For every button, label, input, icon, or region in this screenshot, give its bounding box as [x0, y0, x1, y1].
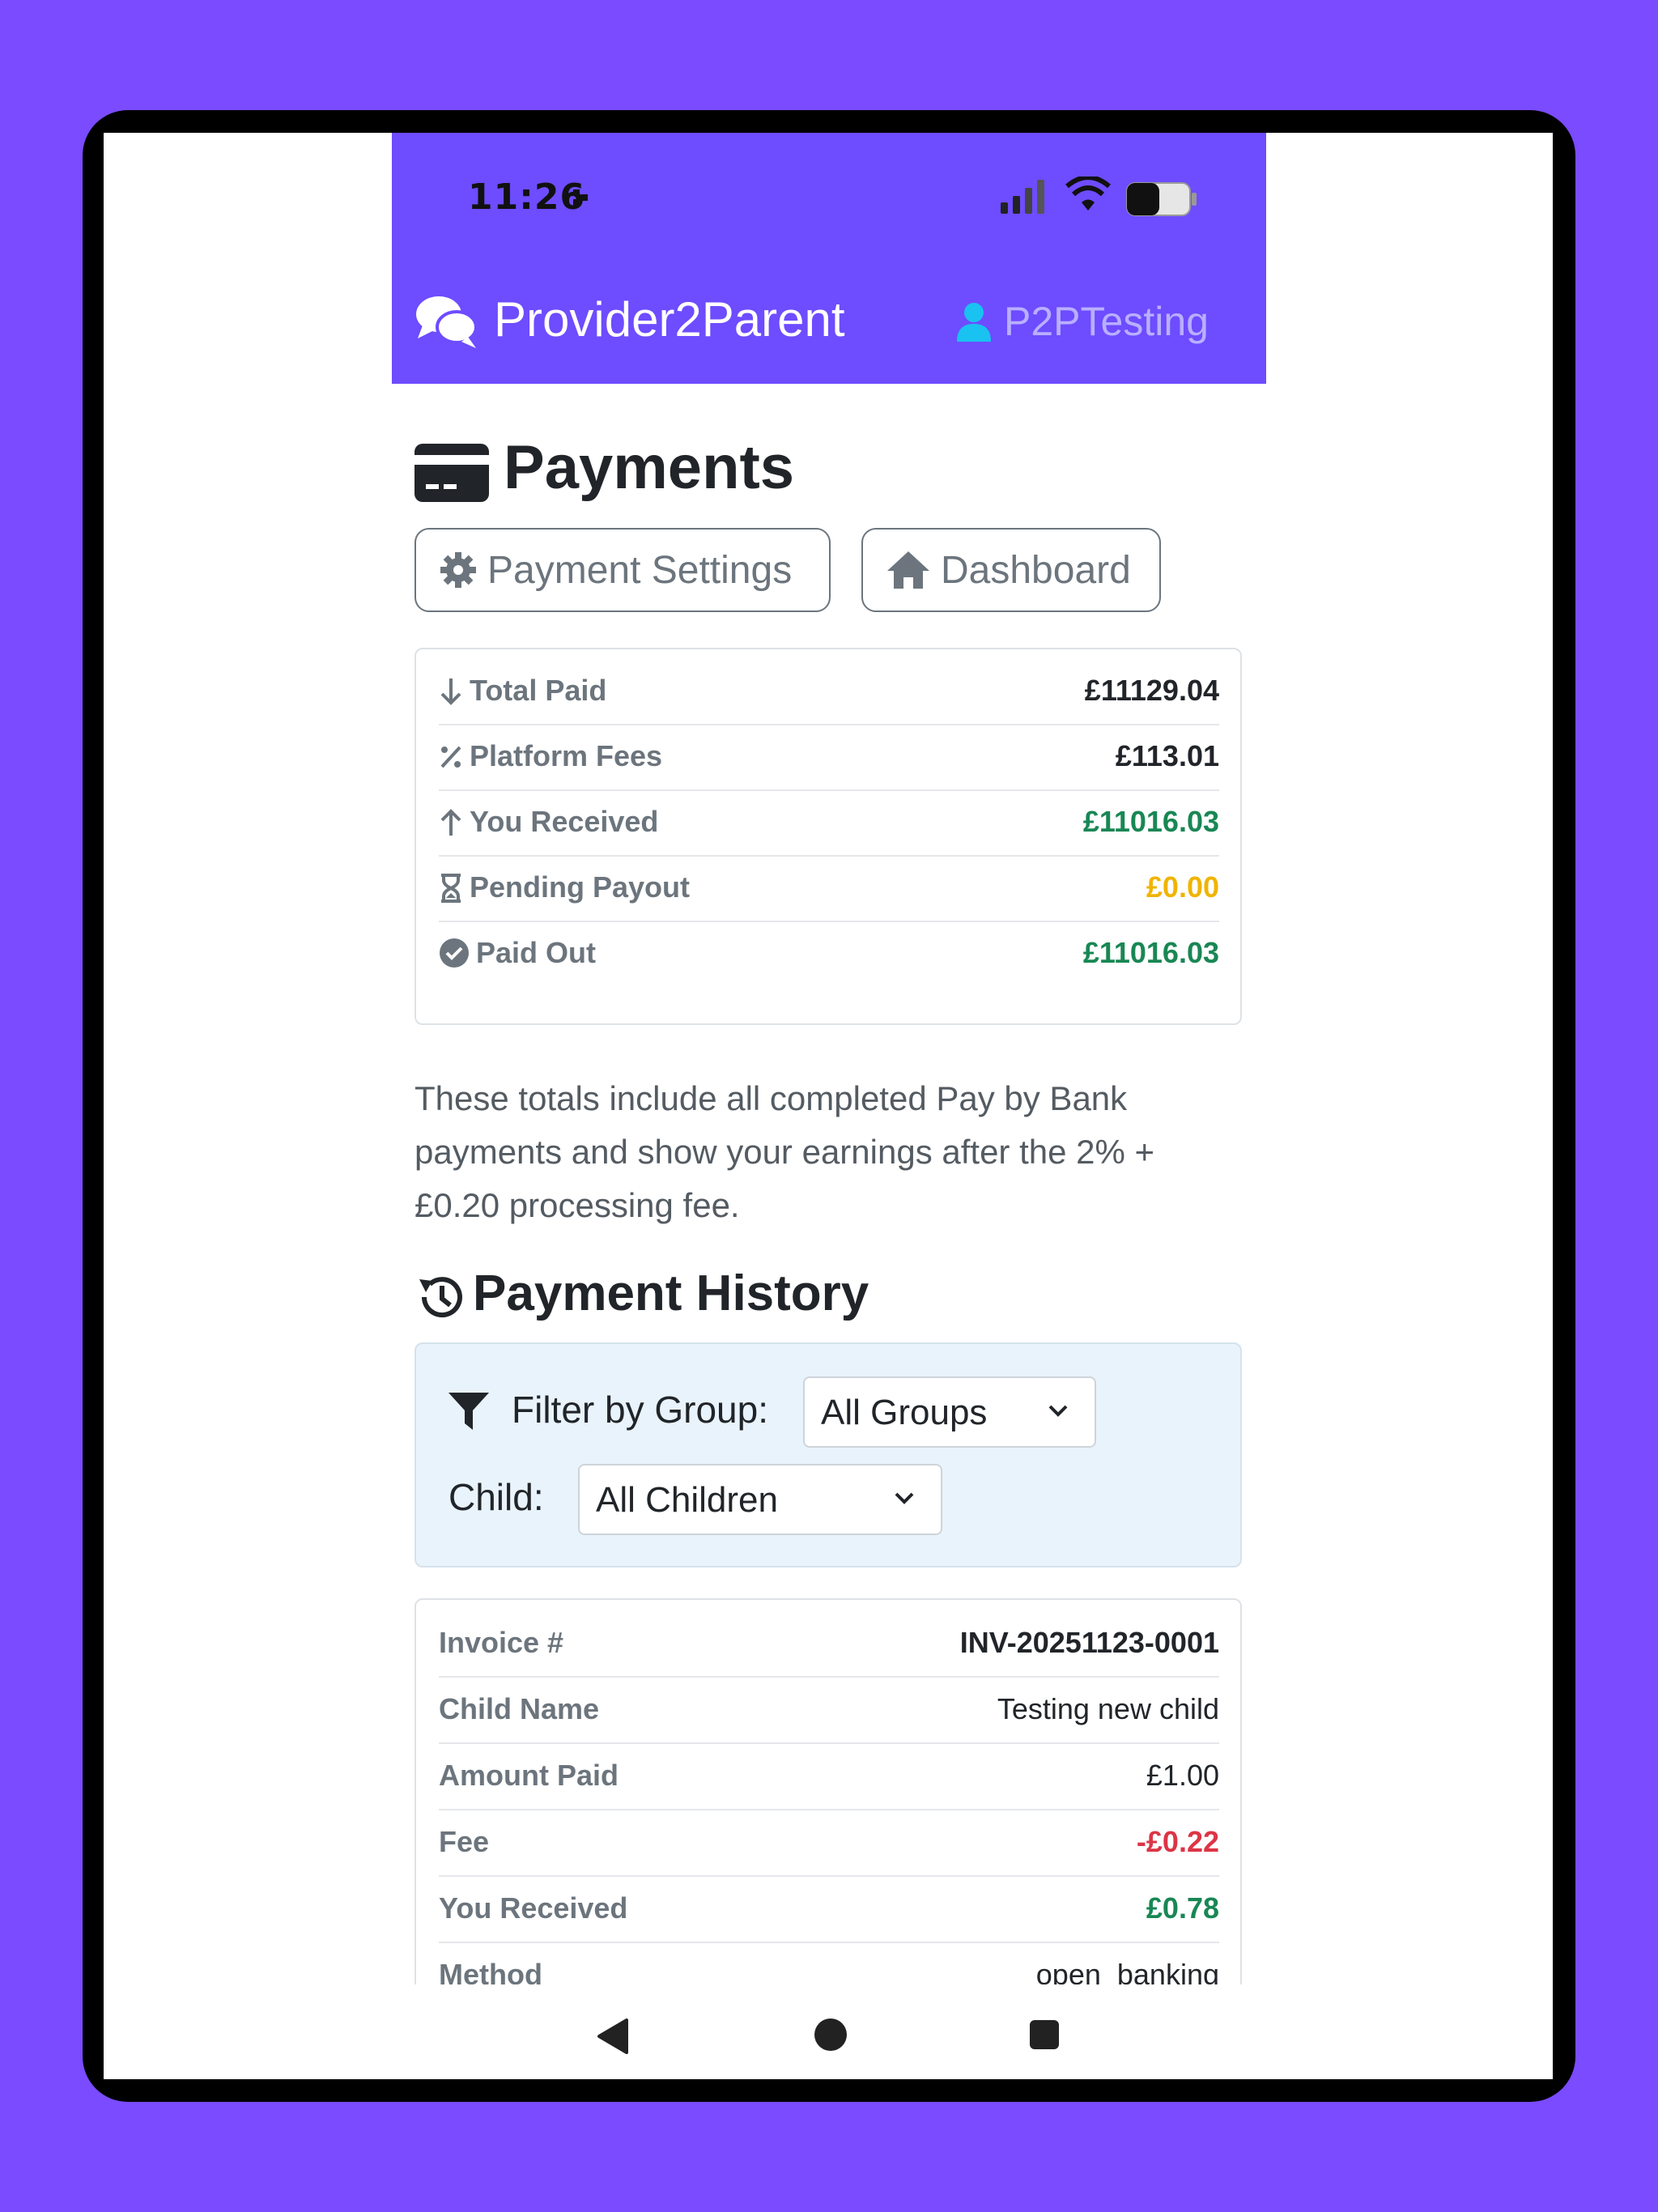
child-select[interactable]: All Children	[578, 1464, 942, 1535]
invoice-value: £1.00	[1146, 1759, 1219, 1792]
invoice-value: INV-20251123-0001	[959, 1626, 1219, 1659]
invoice-label: Fee	[439, 1825, 490, 1858]
invoice-label: Invoice #	[439, 1626, 564, 1659]
invoice-row: Method open_banking	[439, 1943, 1219, 1984]
history-icon	[419, 1277, 462, 1318]
payments-summary-card: Total Paid £11129.04 Platform Fees £113.01 Y…	[414, 648, 1242, 1025]
chevron-down-icon	[895, 1492, 914, 1504]
payment-settings-button[interactable]: Payment Settings	[414, 528, 831, 612]
filter-panel: Filter by Group: All Groups Child: All C…	[414, 1342, 1242, 1568]
summary-row: Platform Fees £113.01	[439, 726, 1219, 791]
battery-icon	[1126, 182, 1197, 216]
summary-value: £11129.04	[1084, 674, 1219, 707]
user-icon	[957, 303, 991, 342]
invoice-label: You Received	[439, 1891, 628, 1925]
payment-history-title: Payment History	[473, 1266, 869, 1321]
filter-icon	[449, 1393, 489, 1430]
group-select[interactable]: All Groups	[803, 1376, 1096, 1448]
back-icon[interactable]	[596, 2018, 628, 2054]
device-screen: 11:26 Provider2Parent P2PTesting Payment…	[104, 133, 1553, 2079]
invoice-row: Invoice # INV-20251123-0001	[439, 1611, 1219, 1678]
hourglass-icon	[439, 874, 463, 907]
arrow-up-icon	[439, 808, 463, 841]
summary-row: Total Paid £11129.04	[439, 661, 1219, 725]
group-select-value: All Groups	[821, 1393, 988, 1432]
home-icon	[887, 551, 929, 589]
status-bar: 11:26	[392, 133, 1266, 266]
dashboard-label: Dashboard	[941, 548, 1131, 592]
credit-card-icon	[414, 444, 489, 502]
page-title: Payments	[504, 433, 795, 502]
brand-name[interactable]: Provider2Parent	[494, 291, 845, 347]
summary-value: £11016.03	[1082, 936, 1219, 969]
totals-note: These totals include all completed Pay b…	[414, 1079, 1155, 1224]
filter-by-group-label: Filter by Group:	[512, 1389, 768, 1431]
app-viewport: 11:26 Provider2Parent P2PTesting Payment…	[392, 133, 1266, 1984]
summary-label: You Received	[470, 805, 659, 838]
invoice-value: Testing new child	[997, 1692, 1219, 1725]
check-circle-icon	[439, 938, 470, 972]
android-nav-bar	[104, 1984, 1553, 2079]
percent-icon	[439, 742, 463, 776]
invoice-row: Fee -£0.22	[439, 1810, 1219, 1877]
chat-bubbles-icon	[416, 296, 478, 348]
summary-label: Pending Payout	[470, 870, 691, 904]
summary-value: £0.00	[1146, 870, 1219, 904]
chevron-down-icon	[1048, 1405, 1068, 1417]
summary-row: Paid Out £11016.03	[439, 923, 1219, 988]
invoice-row: Child Name Testing new child	[439, 1678, 1219, 1744]
summary-value: £113.01	[1115, 739, 1219, 772]
invoice-value: -£0.22	[1136, 1825, 1219, 1858]
invoice-value: £0.78	[1146, 1891, 1219, 1925]
summary-label: Total Paid	[470, 674, 607, 707]
wifi-icon	[1065, 177, 1111, 211]
user-menu-toggle[interactable]: P2PTesting	[1004, 298, 1209, 345]
invoice-label: Method	[439, 1958, 542, 1984]
signal-icon	[1001, 180, 1044, 214]
invoice-row: You Received £0.78	[439, 1877, 1219, 1943]
summary-label: Paid Out	[476, 936, 597, 969]
summary-row: Pending Payout £0.00	[439, 857, 1219, 922]
dashboard-button[interactable]: Dashboard	[861, 528, 1161, 612]
recents-icon[interactable]	[1028, 2018, 1061, 2051]
summary-label: Platform Fees	[470, 739, 663, 772]
gear-icon	[440, 552, 476, 588]
invoice-label: Amount Paid	[439, 1759, 619, 1792]
summary-value: £11016.03	[1082, 805, 1219, 838]
payment-settings-label: Payment Settings	[487, 548, 793, 592]
child-filter-label: Child:	[449, 1476, 544, 1518]
arrow-down-icon	[439, 677, 463, 710]
status-time: 11:26	[468, 177, 586, 218]
invoice-label: Child Name	[439, 1692, 600, 1725]
home-nav-icon[interactable]	[813, 2017, 848, 2052]
invoice-card: Invoice # INV-20251123-0001 Child Name Test…	[414, 1598, 1242, 1984]
invoice-value: open_banking	[1035, 1958, 1219, 1984]
child-select-value: All Children	[596, 1480, 778, 1520]
invoice-row: Amount Paid £1.00	[439, 1744, 1219, 1810]
summary-row: You Received £11016.03	[439, 792, 1219, 857]
notification-dots-icon	[573, 189, 588, 206]
